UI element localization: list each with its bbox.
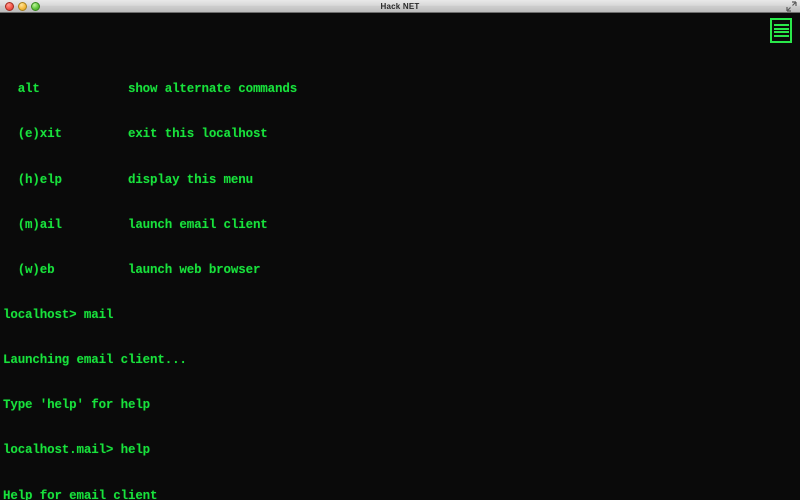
window-titlebar[interactable]: Hack NET: [0, 0, 800, 13]
terminal-line: (e)xit exit this localhost: [3, 127, 268, 142]
menu-icon-bar: [773, 31, 789, 34]
menu-icon-bar: [773, 27, 789, 30]
menu-icon-bar: [773, 35, 789, 38]
hamburger-menu-icon[interactable]: [770, 18, 792, 43]
terminal-line: (h)elp display this menu: [3, 172, 253, 187]
resize-diagonal-icon[interactable]: [786, 1, 797, 12]
minimize-button[interactable]: [18, 2, 27, 11]
terminal-line: (w)eb launch web browser: [3, 262, 261, 277]
window-controls: [5, 0, 40, 13]
terminal-line: Help for email client: [3, 488, 158, 500]
menu-icon-bar: [773, 23, 789, 26]
terminal-screen[interactable]: alt show alternate commands (e)xit exit …: [0, 13, 800, 500]
terminal-line: alt show alternate commands: [3, 82, 298, 97]
terminal-line: (m)ail launch email client: [3, 217, 268, 232]
terminal-line: Type 'help' for help: [3, 398, 151, 413]
maximize-button[interactable]: [31, 2, 40, 11]
terminal-line: localhost.mail> help: [3, 443, 151, 458]
terminal-line: localhost> mail: [3, 307, 114, 322]
terminal-output: alt show alternate commands (e)xit exit …: [0, 13, 800, 500]
close-button[interactable]: [5, 2, 14, 11]
window-title: Hack NET: [380, 1, 420, 11]
hack-net-window: Hack NET alt show alternate commands (e)…: [0, 0, 800, 500]
terminal-line: Launching email client...: [3, 353, 187, 368]
